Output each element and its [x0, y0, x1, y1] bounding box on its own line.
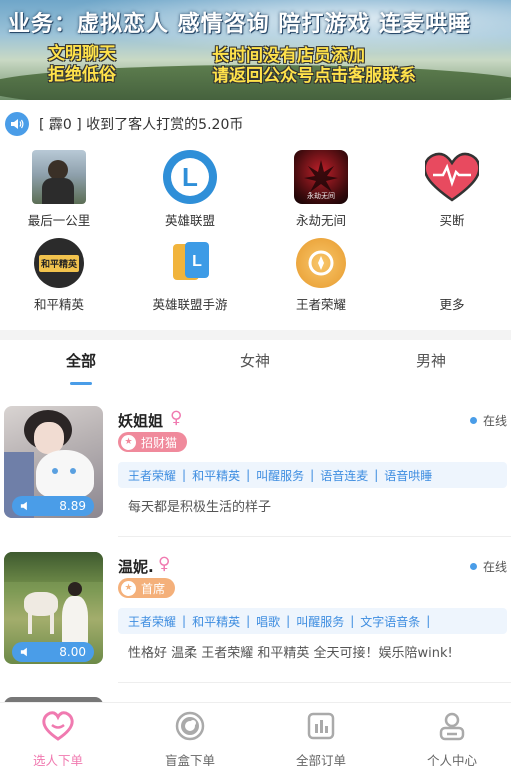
nav-select-order[interactable]: 选人下单 [8, 709, 108, 766]
nav-blind-box[interactable]: 盲盒下单 [140, 709, 240, 766]
card-divider [118, 682, 511, 683]
nav-label: 全部订单 [295, 753, 346, 766]
companion-bio: 每天都是积极生活的样子 [128, 500, 272, 515]
category-item[interactable]: 和平精英 和平精英 [9, 238, 109, 313]
female-icon: ♀ [158, 554, 171, 574]
category-item[interactable]: L 英雄联盟手游 [140, 238, 240, 313]
skill-tag: 语音连麦 [320, 468, 369, 483]
female-icon: ♀ [170, 408, 183, 428]
nav-label: 选人下单 [32, 753, 83, 766]
companion-bio: 性格好 温柔 王者荣耀 和平精英 全天可接！娱乐陪wink! [128, 646, 453, 661]
banner-rules-line2: 拒绝低俗 [48, 65, 116, 85]
companion-name: 温妮. [118, 558, 154, 576]
heart-icon [41, 709, 75, 743]
companion-name: 妖姐姐 [118, 412, 164, 430]
notice-text: [ 霹0 ] 收到了客人打赏的5.20币 [39, 117, 244, 133]
status-dot [469, 417, 477, 424]
level-badge-text: 招财猫 [141, 435, 178, 450]
banner-contact-text: 长时间没有店员添加 请返回公众号点击客服联系 [212, 46, 416, 86]
heart-pulse-icon [425, 150, 479, 204]
category-item[interactable]: 王者荣耀 [271, 238, 371, 313]
online-status: 在线 [469, 412, 507, 429]
category-item[interactable]: L 英雄联盟 [140, 150, 240, 229]
lol-mobile-icon: L [165, 238, 215, 288]
banner-rules-line1: 文明聊天 [48, 44, 116, 64]
companion-card[interactable]: 8.89 妖姐姐 ♀ 在线 ★ 招财猫 王者荣耀 | 和平精英 | 叫醒服务 | 语音… [0, 406, 511, 546]
tab-goddess[interactable]: 女神 [240, 350, 270, 371]
level-badge: ★ 首席 [118, 578, 176, 598]
skill-tag: 和平精英 [192, 468, 241, 483]
nav-all-orders[interactable]: 全部订单 [271, 709, 371, 766]
category-item[interactable]: 永劫无间 永劫无间 [271, 150, 371, 229]
nav-label: 盲盒下单 [164, 753, 215, 766]
category-label: 永劫无间 [295, 213, 346, 228]
skill-tag: 语音哄睡 [384, 468, 433, 483]
category-label: 更多 [439, 297, 465, 312]
skill-tags: 王者荣耀 | 和平精英 | 唱歌 | 叫醒服务 | 文字语音条 | [118, 608, 507, 634]
skill-tag: 叫醒服务 [256, 468, 305, 483]
status-text: 在线 [482, 560, 507, 574]
rating-badge: 8.00 [12, 642, 94, 662]
rating-badge: 8.89 [12, 496, 94, 516]
rating-value: 8.89 [59, 499, 86, 513]
filter-tabs: 全部 女神 男神 [0, 344, 511, 385]
status-text: 在线 [482, 414, 507, 428]
naraka-icon: 永劫无间 [294, 150, 348, 204]
speaker-icon [5, 112, 29, 136]
banner-rules-text: 文明聊天 拒绝低俗 [48, 44, 116, 86]
skill-tag: 王者荣耀 [128, 614, 177, 629]
category-label: 英雄联盟 [164, 213, 215, 228]
nav-label: 个人中心 [426, 753, 477, 766]
banner-contact-line2: 请返回公众号点击客服联系 [212, 66, 416, 86]
category-label: 买断 [439, 213, 465, 228]
peace-elite-icon: 和平精英 [34, 238, 84, 288]
honor-of-kings-icon [296, 238, 346, 288]
level-badge: ★ 招财猫 [118, 432, 188, 452]
online-status: 在线 [469, 558, 507, 575]
category-item[interactable]: 更多 [402, 238, 502, 313]
skill-tag: 唱歌 [256, 614, 281, 629]
status-dot [469, 563, 477, 570]
category-label: 和平精英 [33, 297, 84, 312]
star-icon: ★ [121, 434, 136, 450]
banner-contact-line1: 长时间没有店员添加 [212, 46, 365, 66]
category-item[interactable]: 最后一公里 [9, 150, 109, 229]
top-banner[interactable]: 业务：虚拟恋人 感情咨询 陪打游戏 连麦哄睡 文明聊天 拒绝低俗 长时间没有店员… [0, 0, 511, 100]
category-label: 王者荣耀 [295, 297, 346, 312]
category-label: 最后一公里 [27, 213, 91, 228]
nav-profile[interactable]: 个人中心 [402, 709, 502, 766]
tab-god[interactable]: 男神 [416, 350, 446, 371]
star-icon: ★ [121, 580, 136, 596]
tab-indicator [70, 382, 92, 385]
league-of-legends-icon: L [163, 150, 217, 204]
user-icon [435, 709, 469, 743]
skill-tag: 和平精英 [192, 614, 241, 629]
notice-bar: [ 霹0 ] 收到了客人打赏的5.20币 [0, 108, 511, 140]
banner-services-text: 业务：虚拟恋人 感情咨询 陪打游戏 连麦哄睡 [8, 12, 471, 37]
skill-tag: 文字语音条 [360, 614, 421, 629]
tab-all[interactable]: 全部 [66, 350, 96, 371]
svg-text:永劫无间: 永劫无间 [307, 191, 335, 200]
blind-box-icon [173, 709, 207, 743]
level-badge-text: 首席 [141, 581, 166, 596]
chart-icon [304, 709, 338, 743]
voice-icon [20, 501, 27, 511]
svg-text:L: L [192, 253, 202, 270]
skill-tags: 王者荣耀 | 和平精英 | 叫醒服务 | 语音连麦 | 语音哄睡 [118, 462, 507, 488]
category-label: 英雄联盟手游 [152, 297, 228, 312]
voice-icon [20, 647, 27, 657]
bottom-nav: 选人下单 盲盒下单 全部订单 个人中心 [0, 702, 511, 766]
companion-card[interactable]: 8.00 温妮. ♀ 在线 ★ 首席 王者荣耀 | 和平精英 | 唱歌 | 叫醒服务 |… [0, 552, 511, 692]
skill-tag: 叫醒服务 [296, 614, 345, 629]
avatar-photo-icon [32, 150, 86, 204]
card-divider [118, 536, 511, 537]
skill-tag: 王者荣耀 [128, 468, 177, 483]
section-divider [0, 330, 511, 340]
rating-value: 8.00 [59, 645, 86, 659]
more-icon [427, 238, 477, 288]
category-item[interactable]: 买断 [402, 150, 502, 229]
